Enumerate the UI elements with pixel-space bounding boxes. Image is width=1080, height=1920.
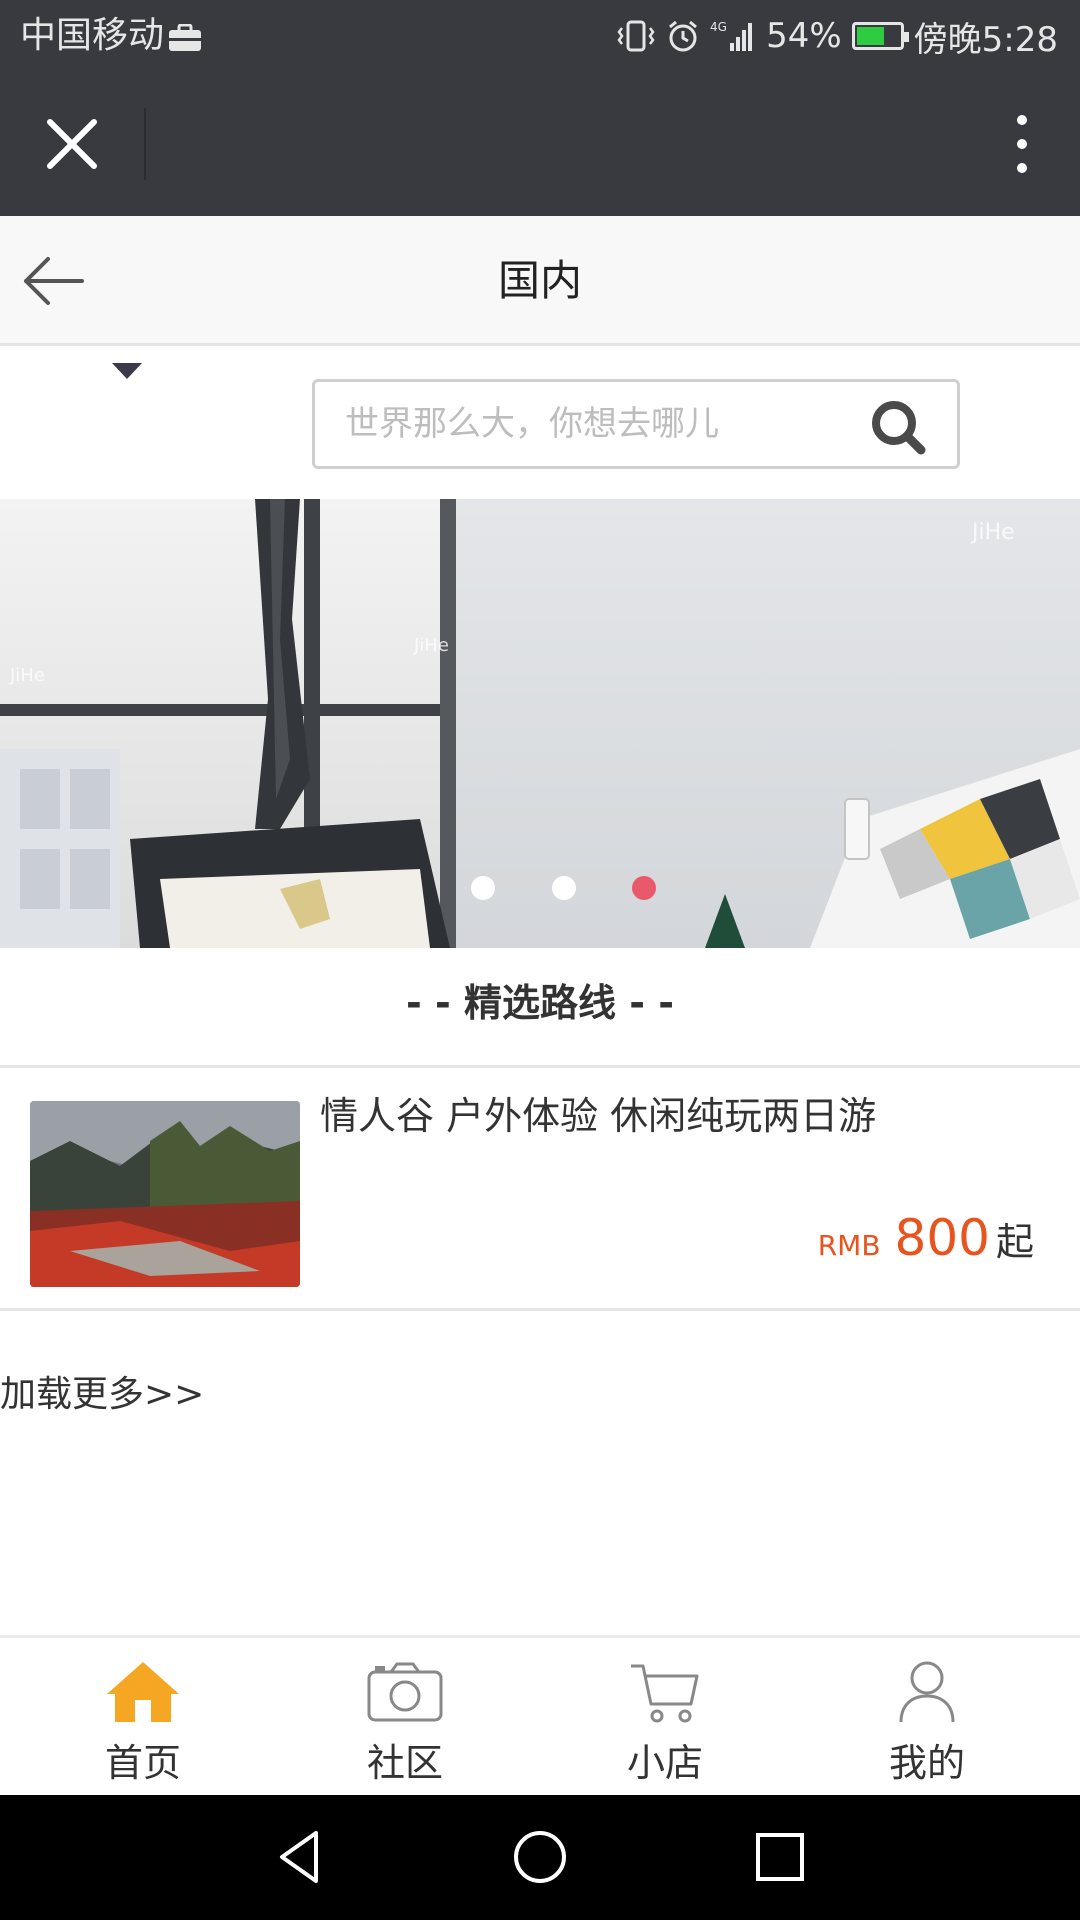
divider xyxy=(144,108,146,180)
dropdown-caret-icon[interactable] xyxy=(112,363,142,381)
tab-community[interactable]: 社区 xyxy=(270,1638,540,1798)
route-title[interactable]: 情人谷 户外体验 休闲纯玩两日游 xyxy=(320,1091,876,1141)
home-icon xyxy=(107,1662,179,1722)
more-menu-icon[interactable] xyxy=(1004,108,1040,180)
carousel-dot-active[interactable] xyxy=(632,876,656,900)
tab-me[interactable]: 我的 xyxy=(792,1638,1062,1798)
tab-shop[interactable]: 小店 xyxy=(530,1638,800,1798)
tab-label: 我的 xyxy=(888,1741,965,1785)
watermark: JiHe xyxy=(970,520,1015,545)
tab-label: 社区 xyxy=(366,1741,443,1785)
route-item[interactable]: 情人谷 户外体验 休闲纯玩两日游 RMB 800 起 xyxy=(0,1071,1080,1311)
section-title: - - 精选路线 - - xyxy=(0,948,1080,1068)
browser-top-bar xyxy=(0,72,1080,216)
system-nav-bar xyxy=(0,1795,1080,1920)
watermark: JiHe xyxy=(9,665,45,686)
clock: 傍晚5:28 xyxy=(913,19,1058,60)
bottom-tab-bar: 首页 社区 小店 我的 xyxy=(0,1635,1080,1795)
camera-icon xyxy=(367,1662,443,1722)
user-icon xyxy=(899,1661,955,1723)
search-input[interactable] xyxy=(345,392,845,456)
cart-icon xyxy=(631,1664,699,1723)
tab-home[interactable]: 首页 xyxy=(8,1638,278,1798)
page-header: 国内 xyxy=(0,216,1080,346)
load-more-link[interactable]: 加载更多>> xyxy=(0,1370,204,1420)
alarm-icon xyxy=(669,20,698,52)
battery-percent: 54% xyxy=(766,16,842,56)
price-suffix: 起 xyxy=(995,1220,1034,1264)
recents-nav-icon[interactable] xyxy=(750,1827,810,1887)
carousel-dot[interactable] xyxy=(471,876,495,900)
tab-label: 小店 xyxy=(626,1741,703,1785)
price-currency: RMB xyxy=(817,1229,881,1262)
search-icon[interactable] xyxy=(869,398,927,456)
status-icons: 4G 54% 傍晚5:28 xyxy=(616,14,1058,60)
briefcase-icon xyxy=(169,24,201,51)
close-icon[interactable] xyxy=(40,112,104,176)
route-thumbnail xyxy=(30,1101,300,1287)
tab-label: 首页 xyxy=(104,1741,181,1785)
back-nav-icon[interactable] xyxy=(270,1827,330,1887)
battery-icon xyxy=(851,22,909,50)
route-price: RMB 800 起 xyxy=(818,1209,1034,1269)
signal-icon: 4G xyxy=(710,20,753,51)
svg-text:4G: 4G xyxy=(710,20,727,34)
carousel-dot[interactable] xyxy=(552,876,576,900)
status-bar: 中国移动 4G 54% 傍晚5:28 xyxy=(0,0,1080,72)
price-value: 800 xyxy=(894,1209,990,1267)
search-box[interactable] xyxy=(312,379,960,469)
vibrate-icon xyxy=(617,20,655,52)
home-nav-icon[interactable] xyxy=(510,1827,570,1887)
page-title: 国内 xyxy=(497,256,582,305)
carrier-name: 中国移动 xyxy=(20,15,165,56)
search-row xyxy=(0,349,1080,499)
watermark: JiHe xyxy=(413,635,449,656)
carousel-indicators xyxy=(0,876,1080,900)
